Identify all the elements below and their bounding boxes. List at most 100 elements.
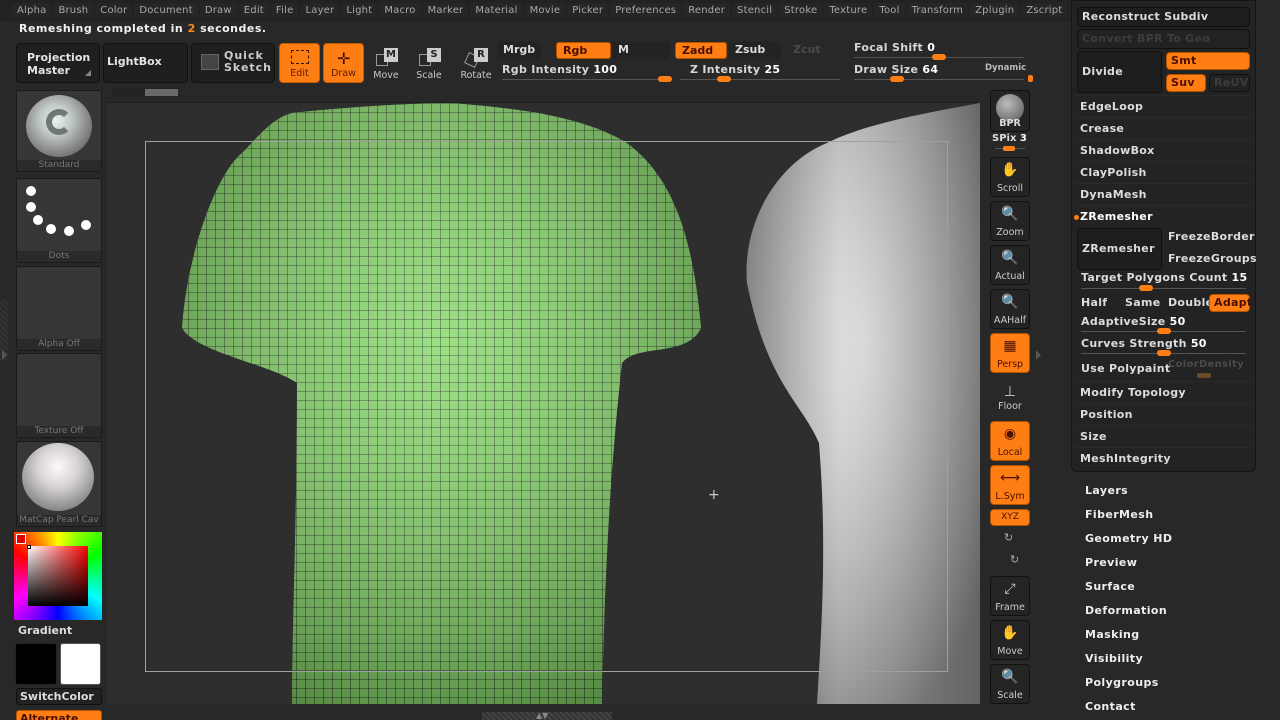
menu-texture[interactable]: Texture (824, 3, 873, 18)
tool-subpalette-preview[interactable]: Preview (1085, 556, 1137, 569)
edit-button[interactable]: Edit (279, 43, 320, 83)
tool-subpalette-fibermesh[interactable]: FiberMesh (1085, 508, 1153, 521)
smt-toggle[interactable]: Smt (1166, 52, 1250, 70)
menu-zscript[interactable]: Zscript (1021, 3, 1068, 18)
color-picker-square[interactable] (28, 546, 88, 606)
spix-knob[interactable] (1003, 146, 1015, 151)
menu-zplugin[interactable]: Zplugin (970, 3, 1020, 18)
suv-toggle[interactable]: Suv (1166, 74, 1206, 92)
draw-size-knob[interactable] (890, 76, 904, 82)
color-picker-cursor[interactable] (27, 545, 31, 549)
secondary-color-swatch[interactable] (60, 643, 101, 685)
view-actual-button[interactable]: 🔍 Actual (990, 245, 1030, 285)
zcut-toggle[interactable]: Zcut (787, 42, 827, 59)
alpha-thumbnail[interactable]: Alpha Off (16, 266, 102, 351)
subpalette-dynamesh[interactable]: DynaMesh (1075, 183, 1251, 205)
subpalette-size[interactable]: Size (1075, 425, 1251, 447)
stroke-thumbnail[interactable]: Dots (16, 178, 102, 263)
view-frame-button[interactable]: ⤢ Frame (990, 576, 1030, 616)
menu-file[interactable]: File (270, 3, 299, 18)
adaptive-size-knob[interactable] (1157, 328, 1171, 334)
subpalette-position[interactable]: Position (1075, 403, 1251, 425)
double-button[interactable]: Double (1168, 296, 1213, 309)
bpr-button[interactable]: BPR (990, 90, 1030, 132)
zremesher-button[interactable]: ZRemesher (1077, 228, 1162, 270)
lightbox-button[interactable]: LightBox (103, 43, 188, 83)
dynamic-toggle[interactable]: Dynamic (985, 63, 1026, 73)
view-scroll-button[interactable]: ✋ Scroll (990, 157, 1030, 197)
menu-color[interactable]: Color (95, 3, 133, 18)
subpalette-edgeloop[interactable]: EdgeLoop (1075, 95, 1251, 117)
menu-stroke[interactable]: Stroke (779, 3, 823, 18)
tool-subpalette-deformation[interactable]: Deformation (1085, 604, 1167, 617)
view-move-button[interactable]: ✋ Move (990, 620, 1030, 660)
zremesher-subpalette-header[interactable]: ZRemesher (1074, 205, 1251, 227)
tool-subpalette-surface[interactable]: Surface (1085, 580, 1135, 593)
tool-subpalette-layers[interactable]: Layers (1085, 484, 1128, 497)
tool-subpalette-polygroups[interactable]: Polygroups (1085, 676, 1159, 689)
reconstruct-subdiv-button[interactable]: Reconstruct Subdiv (1077, 7, 1250, 27)
rgb-intensity-track[interactable] (502, 79, 672, 80)
menu-macro[interactable]: Macro (379, 3, 421, 18)
half-button[interactable]: Half (1081, 296, 1107, 309)
main-color-swatch[interactable] (15, 643, 57, 685)
rotate-button[interactable]: R Rotate (456, 45, 496, 85)
view-zoom-button[interactable]: 🔍 Zoom (990, 201, 1030, 241)
move-button[interactable]: M Move (366, 45, 406, 85)
draw-button[interactable]: ✛ Draw (323, 43, 364, 83)
view-xyz-button[interactable]: XYZ (990, 509, 1030, 526)
use-polypaint-toggle[interactable]: Use Polypaint (1081, 362, 1170, 375)
menu-stencil[interactable]: Stencil (732, 3, 778, 18)
menu-light[interactable]: Light (341, 3, 378, 18)
projection-master-button[interactable]: Projection Master (16, 43, 100, 83)
brush-thumbnail[interactable]: Standard (16, 90, 102, 172)
menu-transform[interactable]: Transform (906, 3, 969, 18)
tool-subpalette-masking[interactable]: Masking (1085, 628, 1140, 641)
canvas-scrollbar-thumb[interactable] (145, 89, 178, 96)
menu-render[interactable]: Render (683, 3, 731, 18)
menu-material[interactable]: Material (470, 3, 523, 18)
scale-button[interactable]: S Scale (409, 45, 449, 85)
color-density-knob[interactable] (1197, 373, 1211, 378)
subpalette-claypolish[interactable]: ClayPolish (1075, 161, 1251, 183)
texture-thumbnail[interactable]: Texture Off (16, 353, 102, 438)
menu-alpha[interactable]: Alpha (12, 3, 52, 18)
menu-document[interactable]: Document (134, 3, 198, 18)
draw-size-track[interactable] (854, 79, 1024, 80)
material-thumbnail[interactable]: MatCap Pearl Cav (16, 441, 102, 527)
view-scale-button[interactable]: 🔍 Scale (990, 664, 1030, 704)
z-intensity-knob[interactable] (716, 76, 731, 82)
right-tray-arrow-icon[interactable] (1036, 350, 1041, 360)
gradient-toggle[interactable]: Gradient (18, 624, 72, 637)
menu-preferences[interactable]: Preferences (610, 3, 682, 18)
bottom-tray-arrows-icon[interactable]: ▲▼ (536, 711, 548, 720)
menu-tool[interactable]: Tool (874, 3, 905, 18)
curves-strength-knob[interactable] (1157, 350, 1171, 356)
subpalette-shadowbox[interactable]: ShadowBox (1075, 139, 1251, 161)
view-persp-button[interactable]: ▦ Persp (990, 333, 1030, 373)
view-local-button[interactable]: ◉ Local (990, 421, 1030, 461)
view-floor-button[interactable]: ⊥ Floor (990, 380, 1030, 414)
z-intensity-track[interactable] (680, 79, 840, 80)
quick-sketch-button[interactable]: Quick Sketch (191, 43, 275, 83)
rgb-intensity-knob[interactable] (658, 76, 672, 82)
tool-subpalette-geometry-hd[interactable]: Geometry HD (1085, 532, 1172, 545)
divide-button[interactable]: Divide (1077, 51, 1162, 93)
menu-draw[interactable]: Draw (199, 3, 237, 18)
m-toggle[interactable]: M (612, 42, 670, 59)
subpalette-modify-topology[interactable]: Modify Topology (1075, 381, 1251, 403)
color-picker-ring[interactable] (14, 532, 102, 620)
tool-subpalette-visibility[interactable]: Visibility (1085, 652, 1143, 665)
document-canvas[interactable]: + (107, 102, 980, 704)
menu-marker[interactable]: Marker (422, 3, 469, 18)
rgb-toggle[interactable]: Rgb (556, 42, 611, 59)
freeze-border-toggle[interactable]: FreezeBorder (1168, 230, 1255, 243)
same-button[interactable]: Same (1125, 296, 1160, 309)
target-polygons-track[interactable] (1081, 288, 1246, 289)
alternate-button[interactable]: Alternate (16, 710, 102, 720)
menu-edit[interactable]: Edit (238, 3, 269, 18)
subpalette-meshintegrity[interactable]: MeshIntegrity (1075, 447, 1251, 469)
menu-picker[interactable]: Picker (567, 3, 609, 18)
mrgb-toggle[interactable]: Mrgb (497, 42, 542, 59)
switch-color-button[interactable]: SwitchColor (16, 688, 102, 705)
